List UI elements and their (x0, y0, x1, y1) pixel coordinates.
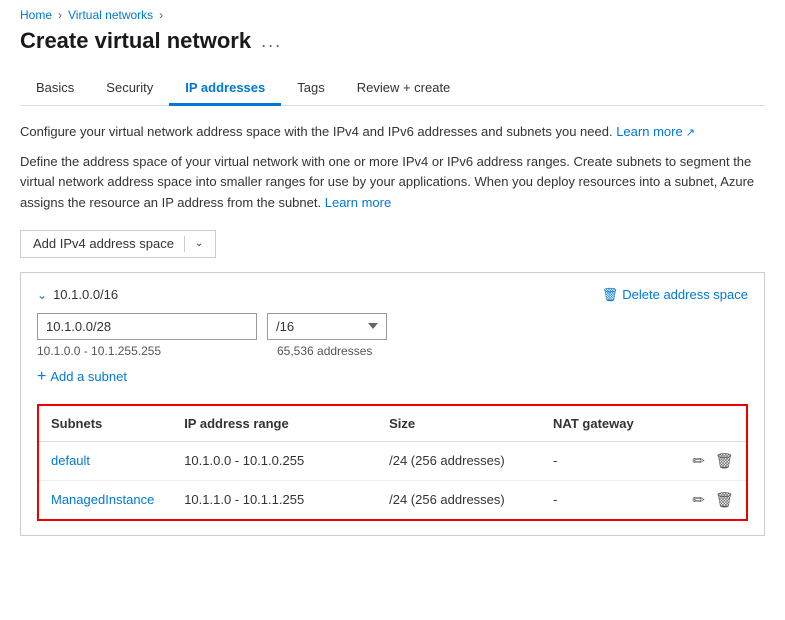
breadcrumb: Home › Virtual networks › (20, 8, 765, 22)
collapse-icon[interactable]: ⌄ (37, 288, 47, 302)
address-space-cidr: 10.1.0.0/16 (53, 287, 118, 302)
description-block: Define the address space of your virtual… (20, 152, 765, 214)
breadcrumb-sep2: › (159, 8, 163, 22)
plus-icon: + (37, 368, 46, 386)
address-input-row: /16 (37, 313, 748, 340)
breadcrumb-home[interactable]: Home (20, 8, 52, 22)
subnet-size-cell-0: /24 (256 addresses) (377, 441, 541, 480)
tabs-container: Basics Security IP addresses Tags Review… (20, 72, 765, 106)
add-ipv4-button[interactable]: Add IPv4 address space ⌄ (20, 230, 216, 258)
chevron-down-icon: ⌄ (195, 238, 203, 249)
delete-icon-1[interactable]: 🗑 (715, 491, 734, 509)
range-count-row: 10.1.0.0 - 10.1.255.255 65,536 addresses (37, 344, 748, 358)
page-title-container: Create virtual network ... (20, 28, 765, 54)
action-icons-1: ✏ 🗑 (676, 491, 734, 509)
table-header-row: Subnets IP address range Size NAT gatewa… (39, 406, 746, 442)
subnet-ip-range-cell-1: 10.1.1.0 - 10.1.1.255 (172, 480, 377, 519)
subnet-nat-cell-1: - (541, 480, 664, 519)
tab-tags[interactable]: Tags (281, 72, 340, 106)
address-space-container: ⌄ 10.1.0.0/16 🗑 Delete address space /16… (20, 272, 765, 536)
page-title-menu[interactable]: ... (261, 31, 282, 52)
learn-more-link-2[interactable]: Learn more (325, 195, 391, 210)
subnet-nat-cell-0: - (541, 441, 664, 480)
address-count-text: 65,536 addresses (277, 344, 372, 358)
cidr-select[interactable]: /16 (267, 313, 387, 340)
action-icons-0: ✏ 🗑 (676, 452, 734, 470)
subnet-actions-cell-0: ✏ 🗑 (664, 441, 746, 480)
edit-icon-1[interactable]: ✏ (692, 491, 705, 509)
learn-more-link-1[interactable]: Learn more (616, 124, 695, 139)
table-row: default 10.1.0.0 - 10.1.0.255 /24 (256 a… (39, 441, 746, 480)
breadcrumb-virtual-networks[interactable]: Virtual networks (68, 8, 153, 22)
add-ipv4-label: Add IPv4 address space (33, 236, 174, 251)
tab-review-create[interactable]: Review + create (341, 72, 467, 106)
breadcrumb-sep1: › (58, 8, 62, 22)
col-header-nat: NAT gateway (541, 406, 664, 442)
tab-security[interactable]: Security (90, 72, 169, 106)
subnet-ip-range-cell-0: 10.1.0.0 - 10.1.0.255 (172, 441, 377, 480)
address-range-text: 10.1.0.0 - 10.1.255.255 (37, 344, 267, 358)
page-title: Create virtual network (20, 28, 251, 54)
tab-ip-addresses[interactable]: IP addresses (169, 72, 281, 106)
address-input[interactable] (37, 313, 257, 340)
subnet-link-0[interactable]: default (51, 453, 90, 468)
trash-icon: 🗑 (602, 287, 619, 303)
table-row: ManagedInstance 10.1.1.0 - 10.1.1.255 /2… (39, 480, 746, 519)
button-divider (184, 236, 185, 252)
col-header-ip-range: IP address range (172, 406, 377, 442)
description-line1: Configure your virtual network address s… (20, 122, 765, 142)
subnet-size-cell-1: /24 (256 addresses) (377, 480, 541, 519)
tab-basics[interactable]: Basics (20, 72, 90, 106)
subnet-name-cell-0: default (39, 441, 172, 480)
subnets-table-wrapper: Subnets IP address range Size NAT gatewa… (37, 404, 748, 521)
subnet-actions-cell-1: ✏ 🗑 (664, 480, 746, 519)
col-header-actions (664, 406, 746, 442)
address-space-title: ⌄ 10.1.0.0/16 (37, 287, 118, 302)
subnet-link-1[interactable]: ManagedInstance (51, 492, 154, 507)
add-subnet-link[interactable]: + Add a subnet (37, 368, 127, 386)
col-header-size: Size (377, 406, 541, 442)
delete-icon-0[interactable]: 🗑 (715, 452, 734, 470)
delete-address-space-link[interactable]: 🗑 Delete address space (602, 287, 748, 303)
subnets-table: Subnets IP address range Size NAT gatewa… (39, 406, 746, 519)
edit-icon-0[interactable]: ✏ (692, 452, 705, 470)
subnet-name-cell-1: ManagedInstance (39, 480, 172, 519)
col-header-subnets: Subnets (39, 406, 172, 442)
address-space-header: ⌄ 10.1.0.0/16 🗑 Delete address space (37, 287, 748, 303)
